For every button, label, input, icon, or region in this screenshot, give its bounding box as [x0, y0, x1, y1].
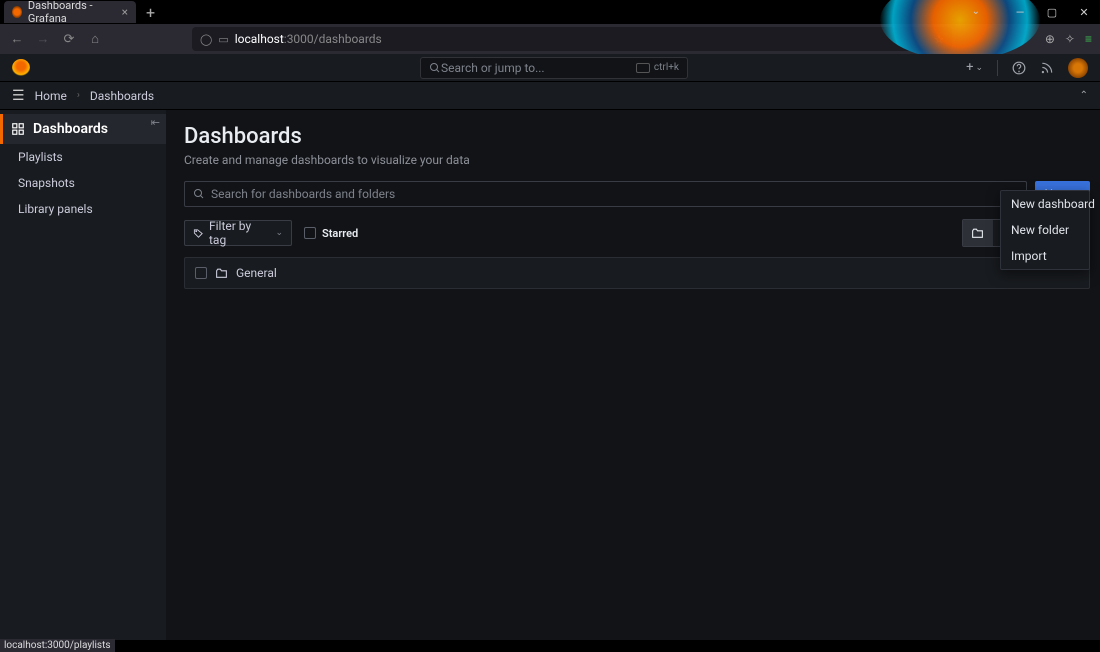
filter-tag-label: Filter by tag: [209, 219, 269, 247]
back-button[interactable]: ←: [8, 31, 26, 47]
row-checkbox[interactable]: [195, 267, 207, 279]
starred-checkbox[interactable]: [304, 227, 316, 239]
sidebar-item-dashboards[interactable]: Dashboards: [0, 114, 166, 144]
filter-by-tag[interactable]: Filter by tag ⌄: [184, 220, 292, 246]
news-icon[interactable]: [1040, 61, 1054, 75]
forward-button[interactable]: →: [34, 31, 52, 47]
home-button[interactable]: ⌂: [86, 31, 104, 47]
tab-list-dropdown-icon[interactable]: ⌄: [972, 6, 980, 17]
help-icon[interactable]: [1012, 61, 1026, 75]
dashboard-search-input[interactable]: Search for dashboards and folders: [184, 181, 1027, 207]
menu-item-new-folder[interactable]: New folder: [1001, 217, 1089, 243]
menu-item-label: New folder: [1011, 223, 1069, 237]
new-dropdown-menu: New dashboard New folder Import: [1000, 190, 1090, 270]
folder-name: General: [236, 266, 277, 280]
reload-button[interactable]: ⟳: [60, 32, 78, 47]
new-tab-button[interactable]: +: [146, 3, 155, 22]
chevron-down-icon: ⌄: [275, 228, 283, 238]
folder-row-general[interactable]: General: [184, 257, 1090, 289]
chevron-right-icon: ›: [77, 90, 80, 101]
folder-view-button[interactable]: [963, 220, 993, 246]
folder-icon: [215, 267, 228, 280]
sidebar-item-label: Snapshots: [18, 176, 75, 190]
page-subtitle: Create and manage dashboards to visualiz…: [184, 153, 1090, 167]
status-bar-text: localhost:3000/playlists: [4, 640, 111, 651]
starred-label: Starred: [322, 227, 358, 240]
grafana-logo-icon[interactable]: [12, 59, 30, 77]
grafana-favicon: [12, 6, 22, 18]
dock-icon[interactable]: ⇤: [151, 116, 160, 129]
kiosk-toggle-icon[interactable]: ⌃: [1080, 90, 1088, 101]
divider: [997, 60, 998, 76]
breadcrumb-home[interactable]: Home: [35, 89, 67, 103]
minimize-button[interactable]: —: [1008, 6, 1032, 19]
menu-item-label: New dashboard: [1011, 197, 1095, 211]
page-title: Dashboards: [184, 124, 1090, 149]
global-search-placeholder: Search or jump to...: [441, 61, 545, 75]
user-avatar[interactable]: [1068, 58, 1088, 78]
browser-nav-bar: ← → ⟳ ⌂ ◯ ▭ localhost:3000/dashboards ☆ …: [0, 24, 1100, 54]
bookmark-star-icon[interactable]: ☆: [934, 33, 944, 46]
site-info-icon: ▭: [218, 33, 228, 46]
shield-icon: ◯: [200, 33, 212, 46]
extensions-icon[interactable]: ✧: [1065, 32, 1075, 46]
tag-icon: [193, 228, 204, 239]
sidebar-item-label: Dashboards: [33, 121, 108, 137]
dashboards-icon: [11, 122, 25, 136]
close-window-button[interactable]: ✕: [1072, 6, 1096, 19]
sidebar-item-library-panels[interactable]: Library panels: [0, 196, 166, 222]
breadcrumb-bar: ☰ Home › Dashboards ⌃: [0, 82, 1100, 110]
grafana-top-bar: Search or jump to... ctrl+k +⌄: [0, 54, 1100, 82]
close-tab-icon[interactable]: ×: [122, 5, 128, 19]
tab-title: Dashboards - Grafana: [28, 0, 116, 25]
keyboard-icon: [636, 63, 650, 73]
sidebar: ⇤ Dashboards Playlists Snapshots Library…: [0, 110, 166, 640]
status-bar: localhost:3000/playlists: [0, 639, 115, 652]
menu-item-new-dashboard[interactable]: New dashboard: [1001, 191, 1089, 217]
main-content: Dashboards Create and manage dashboards …: [166, 110, 1100, 640]
account-icon[interactable]: ≡: [1085, 32, 1092, 46]
browser-tab-bar: Dashboards - Grafana × + ⌄ — ▢ ✕: [0, 0, 1100, 24]
url-text: localhost:3000/dashboards: [235, 32, 382, 46]
sidebar-item-playlists[interactable]: Playlists: [0, 144, 166, 170]
folder-icon: [971, 227, 984, 240]
sidebar-item-label: Playlists: [18, 150, 63, 164]
sidebar-item-label: Library panels: [18, 202, 93, 216]
pocket-icon[interactable]: ⊕: [1045, 32, 1055, 46]
menu-item-import[interactable]: Import: [1001, 243, 1089, 269]
menu-item-label: Import: [1011, 249, 1047, 263]
search-icon: [193, 188, 205, 200]
search-placeholder: Search for dashboards and folders: [211, 187, 395, 201]
menu-toggle-icon[interactable]: ☰: [12, 88, 25, 104]
breadcrumb-current[interactable]: Dashboards: [90, 89, 154, 103]
maximize-button[interactable]: ▢: [1040, 6, 1064, 19]
browser-tab[interactable]: Dashboards - Grafana ×: [4, 1, 136, 23]
add-button[interactable]: +⌄: [966, 60, 983, 75]
search-shortcut: ctrl+k: [654, 62, 679, 73]
sidebar-item-snapshots[interactable]: Snapshots: [0, 170, 166, 196]
global-search[interactable]: Search or jump to... ctrl+k: [420, 57, 688, 79]
window-controls: — ▢ ✕: [1008, 6, 1096, 19]
url-bar[interactable]: ◯ ▭ localhost:3000/dashboards ☆: [192, 27, 952, 51]
search-icon: [429, 62, 441, 74]
